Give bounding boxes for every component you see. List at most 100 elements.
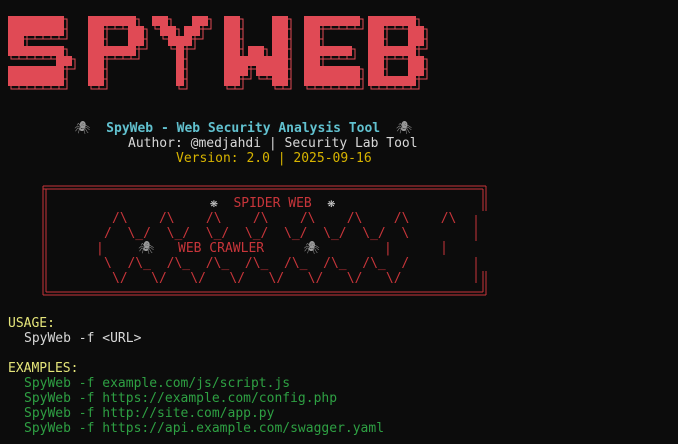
spider-icon: 🕷 xyxy=(138,241,155,256)
banner-pixel xyxy=(176,66,184,76)
banner-pixel xyxy=(368,76,376,86)
banner-pixel xyxy=(376,66,384,76)
banner-pixel xyxy=(272,46,280,56)
banner-pixel xyxy=(24,16,32,26)
banner-pixel xyxy=(304,16,312,26)
banner-pixel xyxy=(328,76,336,86)
banner-pixel xyxy=(272,36,280,46)
banner-pixel xyxy=(64,56,72,66)
banner-pixel xyxy=(368,26,376,36)
banner-pixel xyxy=(376,76,384,86)
banner-pixel xyxy=(56,76,64,86)
banner-pixel xyxy=(408,36,416,46)
banner-pixel xyxy=(312,16,320,26)
example-command-2: SpyWeb -f https://example.com/config.php xyxy=(24,391,338,406)
banner-pixel xyxy=(120,46,128,56)
banner-pixel xyxy=(88,26,96,36)
banner-pixel xyxy=(392,76,400,86)
banner-pixel xyxy=(104,16,112,26)
banner-pixel xyxy=(112,16,120,26)
banner-pixel xyxy=(120,16,128,26)
banner-pixel xyxy=(408,66,416,76)
web-row-5: \/ \/ \/ \/ \/ \/ \/ \/ xyxy=(112,271,402,286)
banner-pixel xyxy=(408,46,416,56)
banner-pixel xyxy=(96,76,104,86)
banner-pixel xyxy=(56,26,64,36)
banner-pixel xyxy=(384,46,392,56)
banner-pixel xyxy=(176,36,184,46)
banner-pixel xyxy=(256,66,264,76)
banner-pixel xyxy=(48,26,56,36)
banner-pixel xyxy=(344,16,352,26)
banner-pixel xyxy=(304,26,312,36)
banner-pixel xyxy=(40,76,48,86)
banner-pixel xyxy=(272,16,280,26)
banner-pixel xyxy=(240,66,248,76)
spider-icon: 🕷 xyxy=(303,241,320,256)
banner-pixel xyxy=(280,76,288,86)
banner-pixel xyxy=(264,66,272,76)
banner-pixel xyxy=(304,66,312,76)
banner-pixel xyxy=(224,66,232,76)
banner-pixel xyxy=(40,16,48,26)
banner-pixel xyxy=(280,26,288,36)
author-line: Author: @medjahdi | Security Lab Tool xyxy=(128,136,418,151)
banner-pixel xyxy=(184,36,192,46)
banner-pixel xyxy=(320,76,328,86)
banner-pixel xyxy=(32,76,40,86)
banner-pixel xyxy=(384,16,392,26)
banner-pixel xyxy=(16,36,24,46)
banner-pixel xyxy=(8,16,16,26)
spyweb-banner-logo xyxy=(0,0,440,110)
banner-pixel xyxy=(368,16,376,26)
terminal-window: 🕷 SpyWeb - Web Security Analysis Tool 🕷 … xyxy=(0,0,678,444)
banner-pixel xyxy=(88,16,96,26)
banner-pixel xyxy=(304,76,312,86)
banner-pixel xyxy=(96,56,104,66)
web-row-3-left-bar: | xyxy=(96,241,104,256)
banner-pixel xyxy=(312,76,320,86)
banner-pixel xyxy=(248,46,256,56)
cobweb-icon: ❋ xyxy=(210,196,218,211)
banner-pixel xyxy=(16,26,24,36)
banner-pixel xyxy=(280,16,288,26)
banner-pixel xyxy=(416,56,424,66)
banner-pixel xyxy=(312,66,320,76)
banner-pixel xyxy=(168,36,176,46)
banner-pixel xyxy=(56,46,64,56)
banner-pixel xyxy=(40,46,48,56)
banner-pixel xyxy=(248,56,256,66)
cobweb-icon: ❋ xyxy=(327,196,336,211)
banner-pixel xyxy=(328,66,336,76)
banner-pixel xyxy=(336,16,344,26)
tool-title: SpyWeb - Web Security Analysis Tool xyxy=(106,121,381,136)
banner-pixel xyxy=(8,26,16,36)
banner-pixel xyxy=(40,66,48,76)
banner-pixel xyxy=(384,76,392,86)
banner-pixel xyxy=(112,46,120,56)
banner-pixel xyxy=(48,76,56,86)
banner-pixel xyxy=(16,46,24,56)
banner-pixel xyxy=(376,36,384,46)
crawler-line: 🕷 WEB CRAWLER 🕷 xyxy=(138,241,320,256)
usage-command: SpyWeb -f <URL> xyxy=(24,331,142,346)
banner-pixel xyxy=(168,26,176,36)
banner-pixel xyxy=(352,16,360,26)
banner-pixel xyxy=(192,16,200,26)
banner-pixel xyxy=(96,26,104,36)
banner-pixel xyxy=(376,16,384,26)
web-row-2: / \_/ \_/ \_/ \_/ \_/ \_/ \_/ \ xyxy=(104,226,410,241)
banner-pixel xyxy=(280,46,288,56)
banner-pixel xyxy=(40,26,48,36)
spider-web-box: ❋ SPIDER WEB ❋ /\ /\ /\ /\ /\ /\ /\ /\ /… xyxy=(42,185,488,297)
banner-pixel xyxy=(232,76,240,86)
spider-icon: 🕷 xyxy=(395,121,413,136)
banner-pixel xyxy=(336,46,344,56)
banner-pixel xyxy=(392,16,400,26)
banner-pixel xyxy=(272,66,280,76)
banner-pixel xyxy=(328,16,336,26)
banner-pixel xyxy=(16,76,24,86)
example-command-1: SpyWeb -f example.com/js/script.js xyxy=(24,376,291,391)
banner-pixel xyxy=(256,46,264,56)
banner-pixel xyxy=(32,66,40,76)
